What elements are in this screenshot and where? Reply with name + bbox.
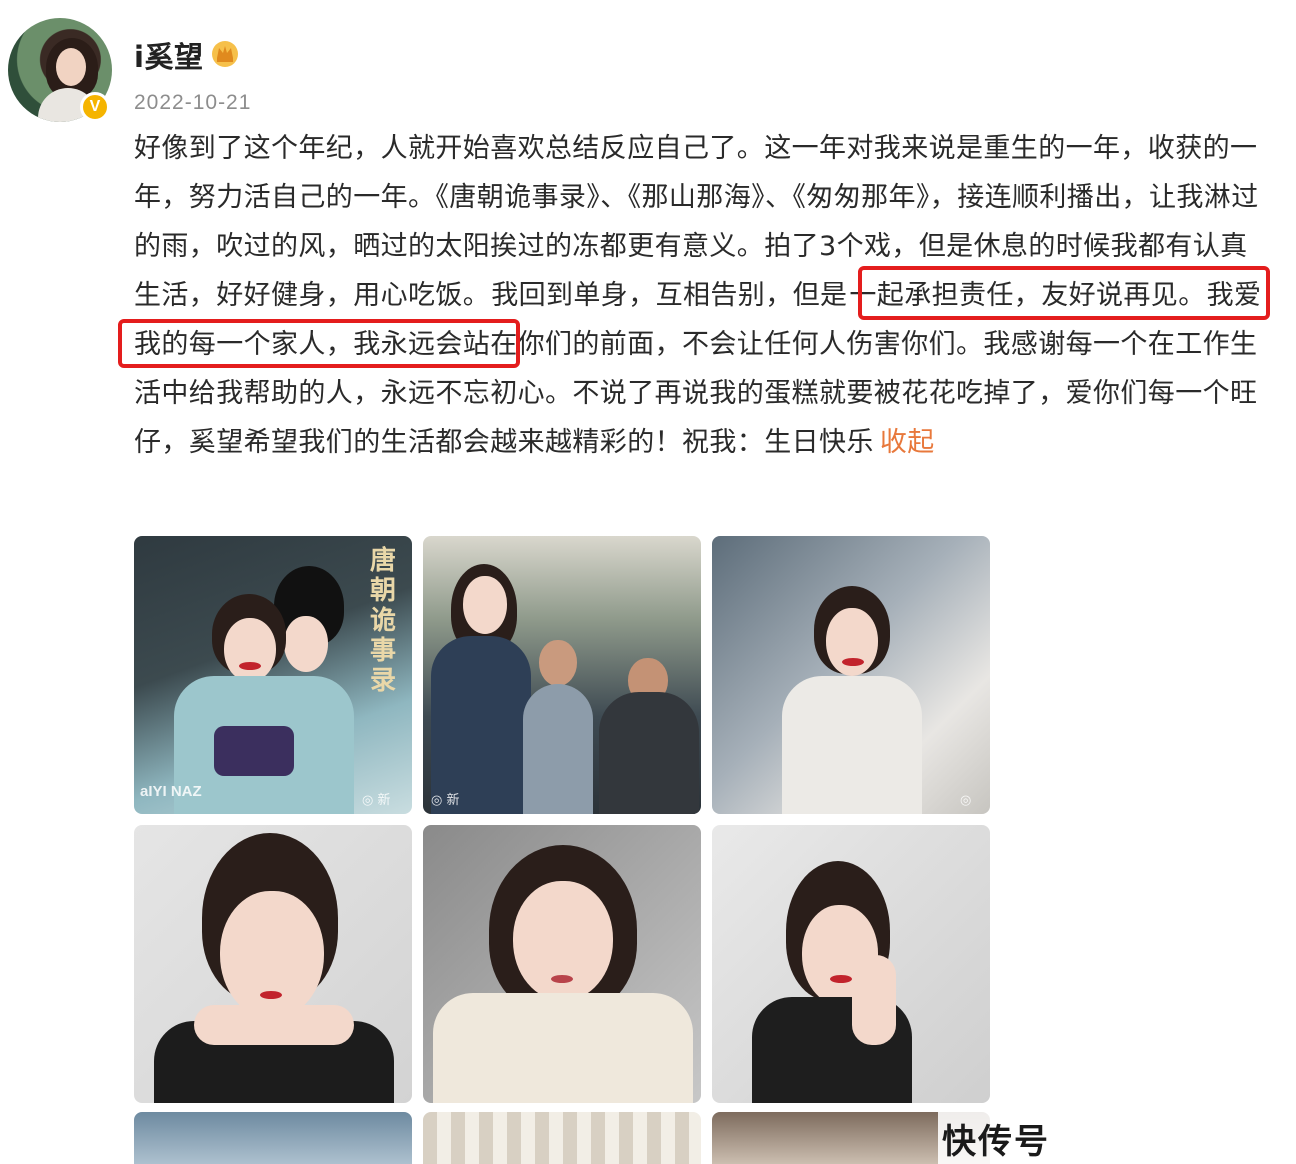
post-content: 好像到了这个年纪，人就开始喜欢总结反应自己了。这一年对我来说是重生的一年，收获的… xyxy=(134,124,1274,467)
photo-5[interactable] xyxy=(423,825,701,1103)
figure-body xyxy=(523,684,593,814)
figure-belt xyxy=(214,726,294,776)
figure-face xyxy=(220,891,324,1019)
watermark-text: 快传号 xyxy=(942,1121,1050,1162)
photo-6[interactable] xyxy=(712,825,990,1103)
figure-lips xyxy=(830,975,852,983)
weibo-watermark: ◎ 新 xyxy=(362,793,391,808)
photo-3[interactable]: ◎ xyxy=(712,536,990,814)
figure-arms xyxy=(194,1005,354,1045)
crown-icon xyxy=(212,41,238,67)
photo-1[interactable]: 唐朝诡事录 aIYI NAZ ◎ 新 xyxy=(134,536,412,814)
highlighted-text-2: 一起承担责任，友好说再见。 xyxy=(849,280,1206,311)
weibo-watermark: ◎ xyxy=(960,793,972,808)
poster-title: 唐朝诡事录 xyxy=(370,546,397,696)
verified-badge-icon: V xyxy=(80,92,110,122)
collapse-link[interactable]: 收起 xyxy=(880,427,935,458)
site-watermark: 快传号 xyxy=(938,1112,1296,1164)
figure-sweater xyxy=(433,993,693,1103)
photo-7[interactable] xyxy=(134,1112,412,1164)
figure-face xyxy=(539,640,577,686)
figure-lips xyxy=(551,975,573,983)
photo-4[interactable] xyxy=(134,825,412,1103)
figure-body xyxy=(431,636,531,814)
figure-face xyxy=(284,616,328,672)
figure-lips xyxy=(260,991,282,999)
figure-body xyxy=(782,676,922,814)
photo-2[interactable]: ◎ 新 xyxy=(423,536,701,814)
post-date: 2022-10-21 xyxy=(134,91,252,114)
figure-lips xyxy=(239,662,261,670)
figure-face xyxy=(463,576,507,634)
figure-body xyxy=(599,692,699,814)
highlighted-text-1: 我回到单身，互相告别，但是 xyxy=(491,280,848,311)
figure-arm xyxy=(852,955,896,1045)
figure-face xyxy=(224,618,276,682)
iqiyi-logo: aIYI NAZ xyxy=(140,783,202,800)
figure-lips xyxy=(842,658,864,666)
username[interactable]: i奚望 xyxy=(134,34,203,76)
figure-face xyxy=(513,881,613,1001)
photo-8[interactable] xyxy=(423,1112,701,1164)
avatar-face xyxy=(56,48,86,86)
weibo-watermark: ◎ 新 xyxy=(431,793,460,808)
